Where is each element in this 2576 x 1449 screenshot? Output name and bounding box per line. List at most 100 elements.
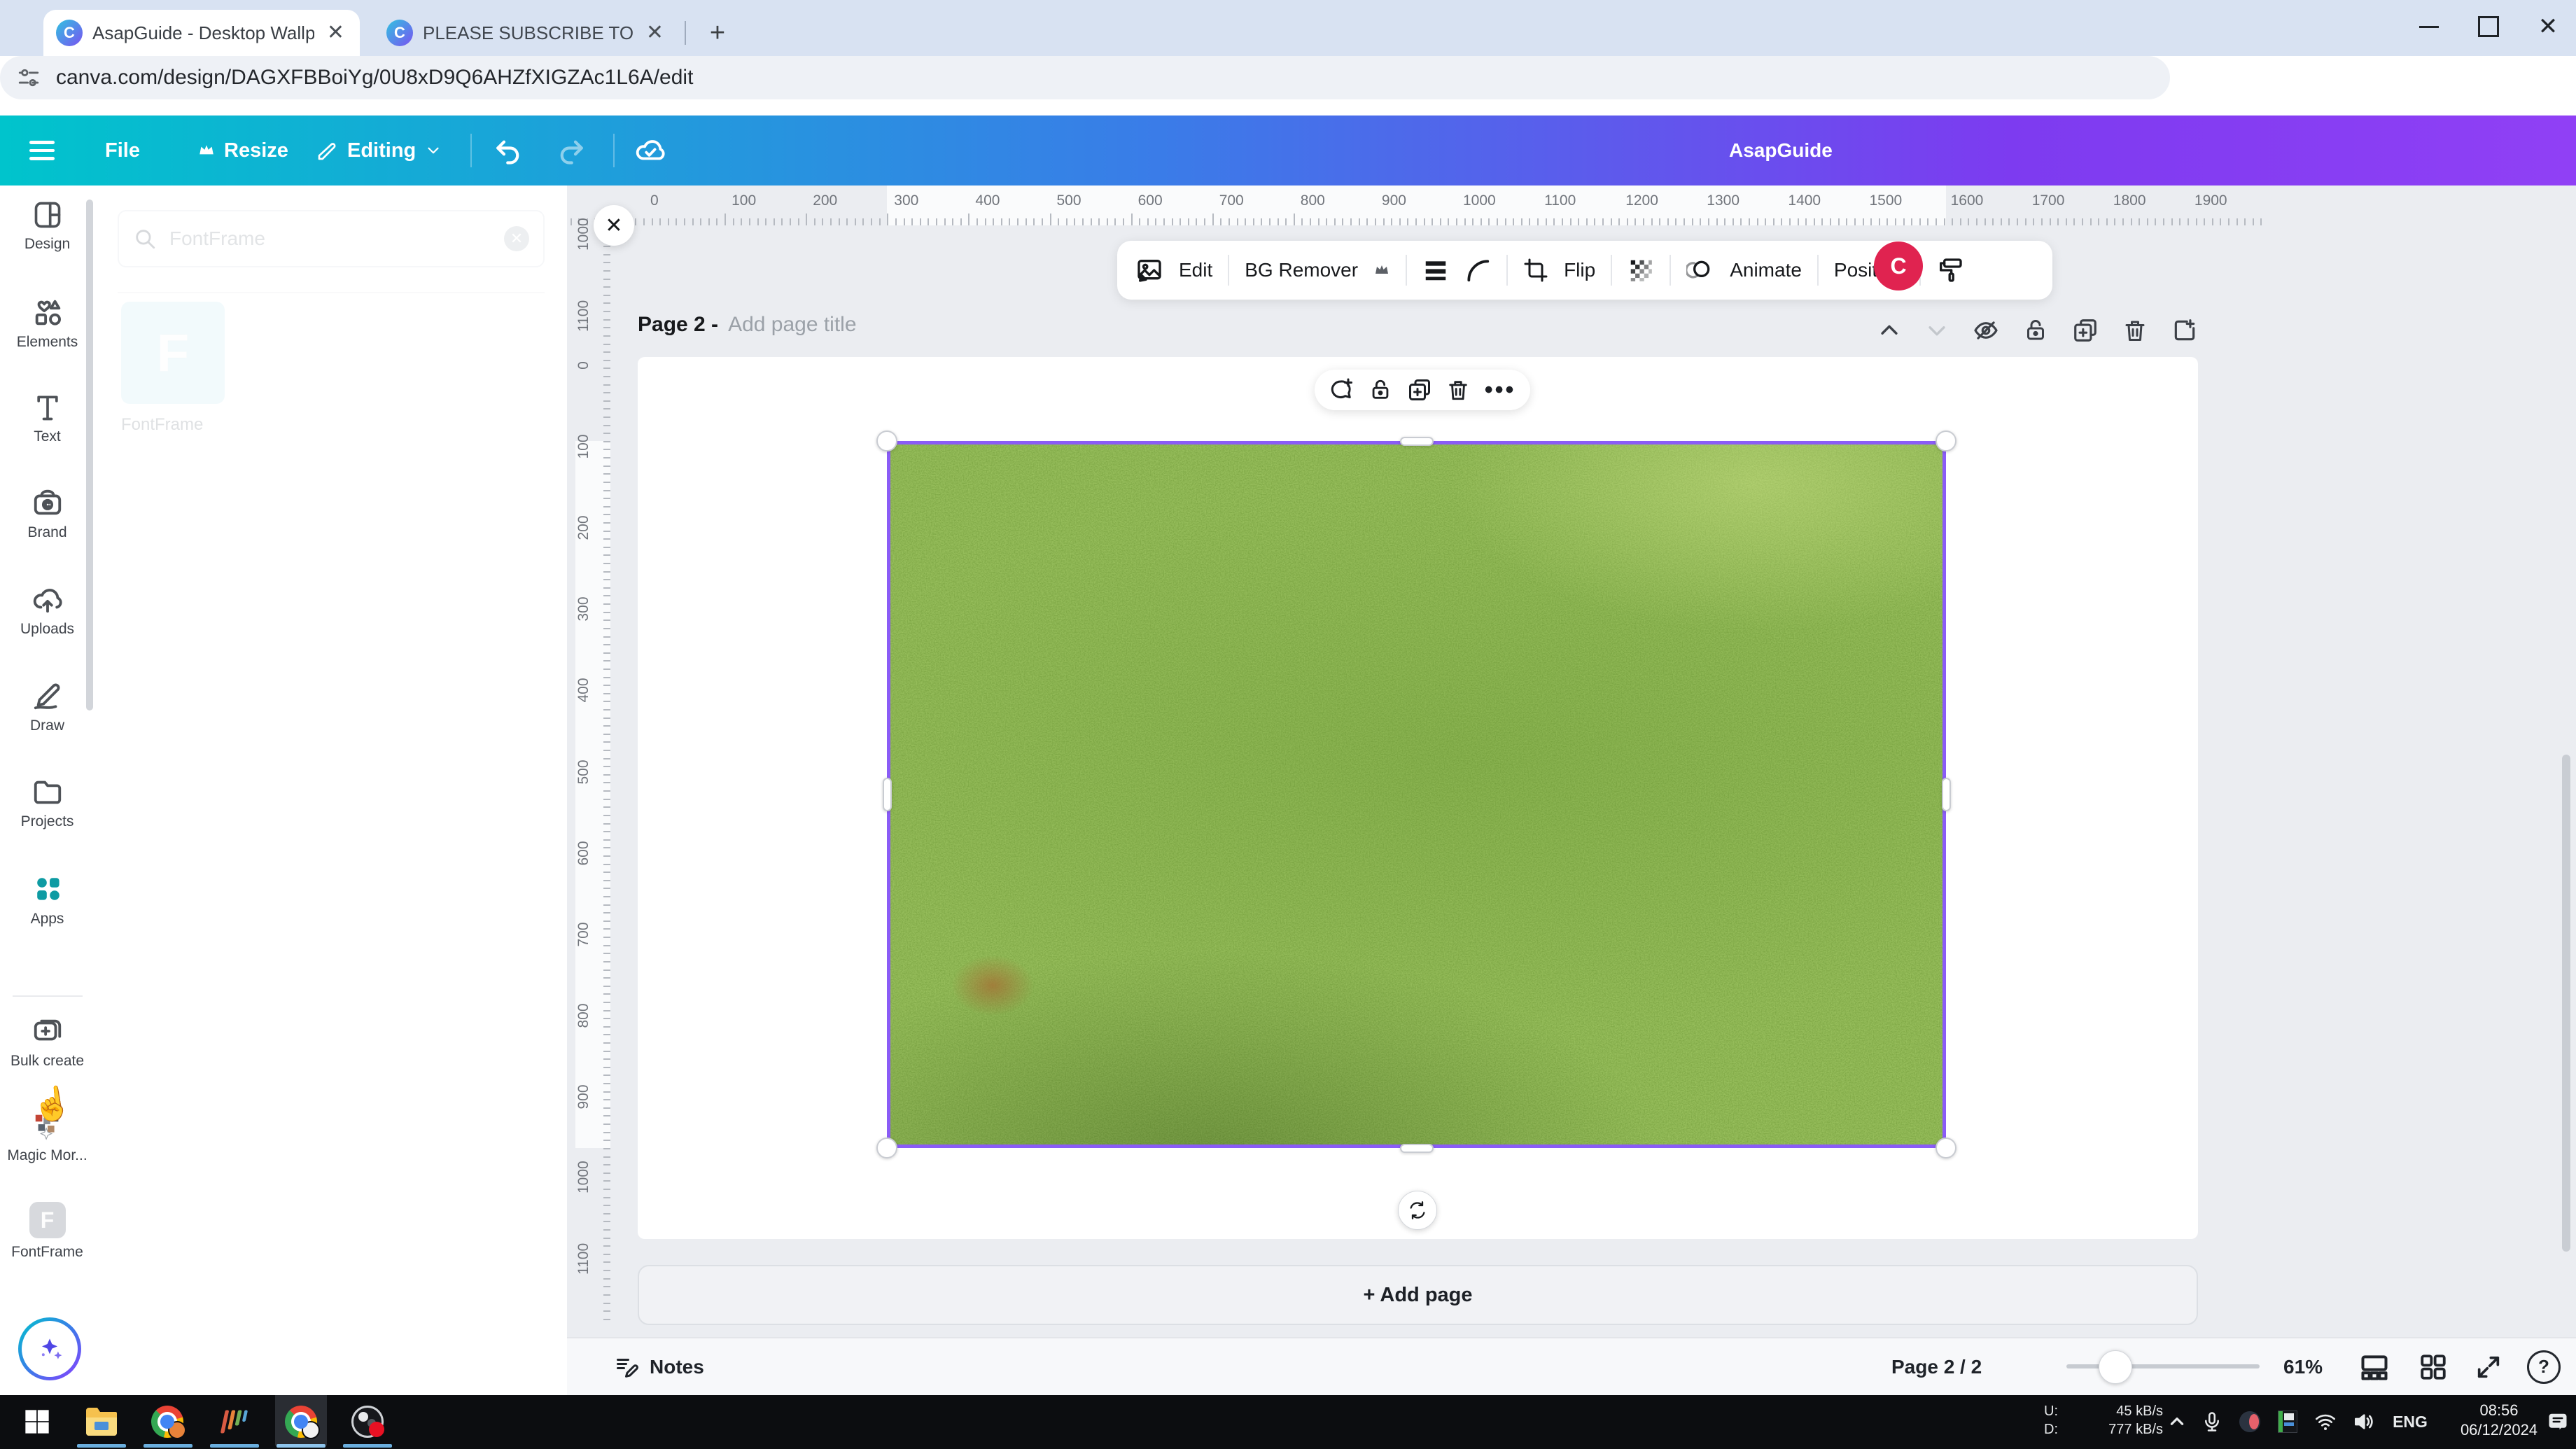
redo-button[interactable] (556, 115, 585, 186)
copy-style-roller-icon[interactable] (1936, 256, 1964, 284)
page-title-input[interactable]: Add page title (728, 313, 856, 337)
lock-page-icon[interactable] (2023, 318, 2048, 343)
add-page-after-icon[interactable] (2171, 317, 2198, 344)
sidebar-item-brand[interactable]: Brand (0, 486, 94, 541)
ruler-tick (603, 392, 610, 394)
file-menu[interactable]: File (105, 115, 140, 186)
close-panel-button[interactable]: ✕ (594, 205, 634, 246)
lock-element-icon[interactable] (1368, 378, 1392, 402)
chrome-profile1-button[interactable] (146, 1401, 189, 1443)
resize-handle-top-right[interactable] (1935, 430, 1956, 451)
move-page-down-icon[interactable] (1925, 318, 1949, 342)
resize-handle-top[interactable] (1400, 437, 1434, 446)
window-close-button[interactable]: ✕ (2524, 0, 2572, 53)
crop-icon[interactable] (1523, 258, 1548, 283)
language-indicator[interactable]: ENG (2386, 1401, 2435, 1443)
zoom-percent[interactable]: 61% (2283, 1338, 2323, 1395)
sidebar-item-bulk-create[interactable]: Bulk create (0, 1015, 94, 1070)
sidebar-item-elements[interactable]: Elements (0, 296, 94, 351)
sidebar-item-apps[interactable]: Apps (0, 872, 94, 927)
pages-view-button[interactable] (2359, 1338, 2390, 1395)
app-tray-icon-card[interactable] (2272, 1401, 2303, 1443)
browser-tab-active[interactable]: C AsapGuide - Desktop Wallpape ✕ (43, 10, 360, 56)
site-settings-icon[interactable] (17, 66, 41, 90)
more-options-icon[interactable]: ••• (1485, 377, 1516, 404)
sidebar-item-design[interactable]: Design (0, 200, 94, 253)
delete-page-icon[interactable] (2122, 318, 2148, 343)
stripes-app-button[interactable] (212, 1401, 255, 1443)
user-avatar[interactable]: C (1874, 241, 1923, 290)
resize-handle-bottom[interactable] (1400, 1144, 1434, 1153)
volume-tray-icon[interactable] (2348, 1401, 2379, 1443)
tray-expand-icon[interactable] (2162, 1401, 2192, 1443)
rotate-handle[interactable] (1398, 1191, 1437, 1230)
resize-menu[interactable]: Resize (197, 115, 288, 186)
fontframe-app-tile[interactable]: F (121, 302, 225, 404)
ruler-tick (2057, 218, 2059, 225)
main-menu-icon[interactable] (29, 115, 55, 186)
canvas-scrollbar[interactable] (2562, 755, 2570, 1252)
notification-center-icon[interactable] (2541, 1401, 2575, 1443)
resize-handle-left[interactable] (883, 778, 892, 811)
microphone-tray-icon[interactable] (2197, 1401, 2227, 1443)
canva-assistant-button[interactable] (18, 1317, 81, 1380)
edit-button[interactable]: Edit (1179, 259, 1212, 281)
add-page-button[interactable]: + Add page (638, 1265, 2198, 1325)
browser-tab-inactive[interactable]: C PLEASE SUBSCRIBE TO THIS CH ✕ (374, 10, 679, 56)
fullscreen-button[interactable] (2474, 1338, 2502, 1395)
url-text[interactable]: canva.com/design/DAGXFBBoiYg/0U8xD9Q6AHZ… (56, 66, 693, 90)
corner-rounding-icon[interactable] (1464, 257, 1491, 284)
address-bar[interactable]: canva.com/design/DAGXFBBoiYg/0U8xD9Q6AHZ… (0, 56, 2170, 99)
sidebar-item-uploads[interactable]: Uploads (0, 583, 94, 638)
new-tab-button[interactable]: + (699, 14, 736, 52)
transparency-icon[interactable] (1628, 257, 1654, 284)
zoom-slider-thumb[interactable] (2099, 1350, 2132, 1384)
hide-page-icon[interactable] (1973, 317, 1999, 344)
editing-mode-menu[interactable]: Editing (316, 115, 442, 186)
window-minimize-button[interactable] (2404, 0, 2454, 53)
chrome-profile2-button[interactable] (279, 1401, 323, 1443)
animate-button[interactable]: Animate (1730, 259, 1802, 281)
grid-view-button[interactable] (2418, 1338, 2448, 1395)
ruler-tick (732, 218, 734, 225)
resize-handle-right[interactable] (1942, 778, 1951, 811)
obs-button[interactable] (346, 1401, 389, 1443)
app-tray-icon-circle[interactable] (2234, 1401, 2265, 1443)
border-style-icon[interactable] (1422, 257, 1449, 284)
file-explorer-button[interactable] (80, 1401, 123, 1443)
delete-element-icon[interactable] (1446, 378, 1470, 402)
resize-handle-bottom-right[interactable] (1935, 1138, 1956, 1158)
resize-handle-top-left[interactable] (876, 430, 897, 451)
ruler-tick (603, 1026, 610, 1028)
search-input[interactable]: FontFrame ✕ (118, 210, 545, 267)
tab-divider (685, 21, 686, 45)
undo-button[interactable] (494, 115, 524, 186)
ruler-tick (1439, 218, 1441, 225)
help-button[interactable]: ? (2527, 1338, 2561, 1395)
window-maximize-button[interactable] (2464, 0, 2513, 53)
tab-close-icon[interactable]: ✕ (324, 22, 347, 43)
flip-button[interactable]: Flip (1564, 259, 1595, 281)
canvas-workarea[interactable]: 0 100 200 300 400 500 600 700 800 900 1000 1100 1200… (567, 186, 2576, 1337)
start-button[interactable] (15, 1401, 59, 1443)
bg-remover-button[interactable]: BG Remover (1245, 259, 1358, 281)
duplicate-page-icon[interactable] (2072, 317, 2099, 344)
sidebar-item-fontframe[interactable]: F FontFrame (0, 1202, 94, 1261)
edit-image-icon[interactable] (1135, 256, 1163, 284)
sidebar-item-text[interactable]: Text (0, 392, 94, 445)
clock[interactable]: 08:56 06/12/2024 (2443, 1401, 2555, 1440)
notes-button[interactable]: Notes (615, 1338, 704, 1395)
clear-search-icon[interactable]: ✕ (504, 226, 529, 251)
duplicate-element-icon[interactable] (1407, 377, 1432, 402)
ruler-tick (603, 473, 610, 475)
sidebar-item-draw[interactable]: Draw (0, 680, 94, 734)
zoom-slider-track[interactable] (2066, 1364, 2260, 1368)
move-page-up-icon[interactable] (1877, 318, 1901, 342)
ruler-tick (603, 1042, 610, 1044)
sidebar-item-projects[interactable]: Projects (0, 776, 94, 830)
resize-handle-bottom-left[interactable] (876, 1138, 897, 1158)
grass-image[interactable] (887, 441, 1946, 1148)
add-comment-icon[interactable] (1329, 377, 1354, 402)
wifi-tray-icon[interactable] (2310, 1401, 2341, 1443)
tab-close-icon[interactable]: ✕ (643, 22, 666, 43)
